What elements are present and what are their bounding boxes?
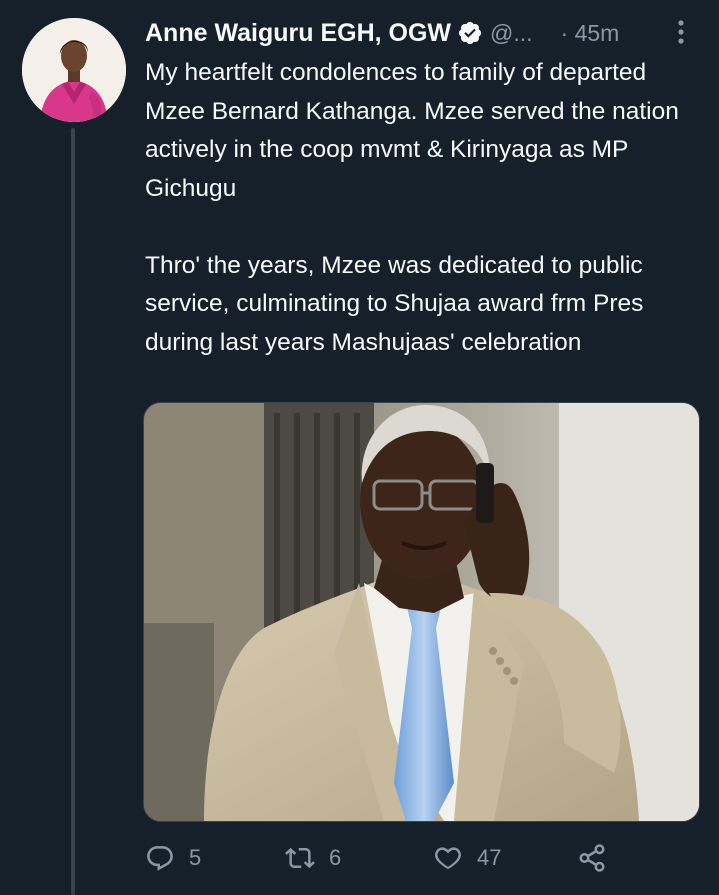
reply-count: 5 [189,845,202,870]
share-icon [577,843,607,873]
share-button[interactable] [577,838,607,878]
tweet-actions-bar: 5 6 47 [145,838,625,878]
author-name[interactable]: Anne Waiguru EGH, OGW [145,19,451,48]
tweet-header: Anne Waiguru EGH, OGW @... · 45m [145,14,705,52]
author-avatar[interactable] [22,18,126,122]
tweet-media-photo[interactable] [143,402,700,822]
reply-icon [145,843,175,873]
more-options-icon[interactable] [673,18,689,46]
avatar-photo [22,18,126,122]
tweet-card[interactable]: Anne Waiguru EGH, OGW @... · 45m My hear… [0,0,719,895]
retweet-icon [285,843,315,873]
photo-image [144,403,699,821]
tweet-text: My heartfelt condolences to family of de… [145,59,679,356]
retweet-count: 6 [329,845,342,870]
like-button[interactable]: 47 [433,838,501,878]
verified-badge-icon [457,20,483,46]
heart-icon [433,843,463,873]
reply-button[interactable]: 5 [145,838,201,878]
author-handle[interactable]: @... [490,20,533,47]
retweet-button[interactable]: 6 [285,838,341,878]
thread-line [71,128,75,895]
like-count: 47 [477,845,502,870]
tweet-timestamp[interactable]: · 45m [561,20,620,47]
